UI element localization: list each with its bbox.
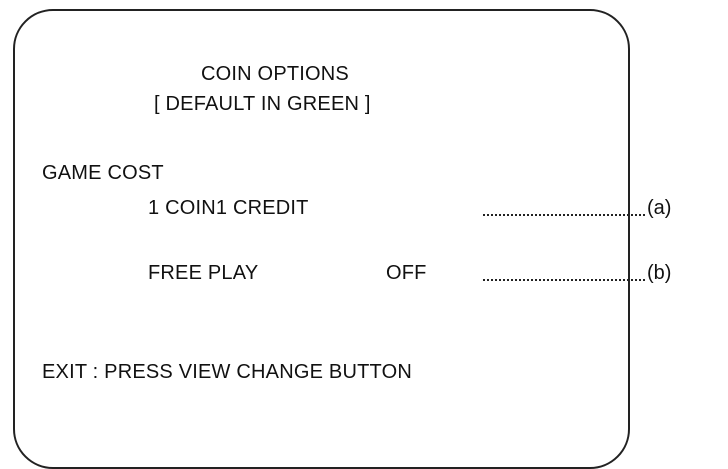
coin-credit-option: 1 COIN1 CREDIT	[148, 197, 309, 219]
callout-label-a: (a)	[647, 197, 672, 219]
game-cost-heading: GAME COST	[42, 162, 164, 184]
screen-title: COIN OPTIONS	[201, 63, 349, 85]
free-play-option: FREE PLAY	[148, 262, 259, 284]
screen-subtitle: [ DEFAULT IN GREEN ]	[154, 93, 371, 115]
callout-label-b: (b)	[647, 262, 672, 284]
free-play-value: OFF	[386, 262, 427, 284]
callout-leader-b	[483, 279, 645, 281]
exit-instruction: EXIT : PRESS VIEW CHANGE BUTTON	[42, 361, 412, 383]
callout-leader-a	[483, 214, 645, 216]
